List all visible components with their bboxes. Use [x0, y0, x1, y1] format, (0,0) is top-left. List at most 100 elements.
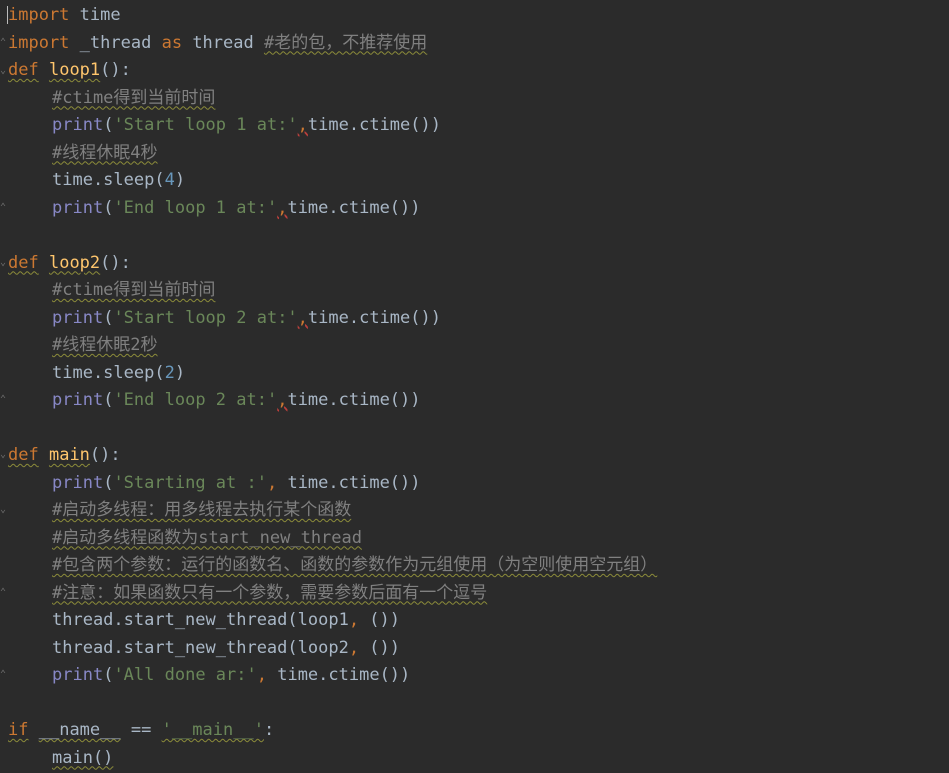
token-comment: #ctime得到当前时间 [52, 280, 216, 300]
token-comment: #线程休眠4秒 [52, 142, 158, 163]
token-call: main() [52, 747, 114, 768]
code-line-20[interactable]: #启动多线程函数为start_new_thread [8, 525, 362, 553]
token-function-name: loop2 [48, 252, 101, 273]
code-line-2[interactable]: import _thread as thread #老的包，不推荐使用 [8, 30, 427, 58]
token-comma: , [277, 390, 288, 410]
token-keyword: def [8, 60, 39, 80]
code-line-25[interactable]: print('All done ar:', time.ctime()) [8, 662, 410, 690]
code-line-23[interactable]: thread.start_new_thread(loop1, ()) [8, 607, 400, 635]
token-function-name: main [48, 445, 90, 465]
code-line-17[interactable]: def main(): [8, 442, 121, 470]
token-module: _thread [79, 32, 152, 53]
token-string: 'Start loop 1 at:' [113, 115, 298, 135]
code-line-15[interactable]: print('End loop 2 at:',time.ctime()) [8, 387, 421, 415]
token-call: time.ctime()) [287, 197, 421, 218]
token-punct: ()) [359, 610, 401, 630]
token-alias: thread [192, 32, 254, 53]
fold-marker-icon[interactable]: ⌄ [0, 449, 8, 461]
token-comment: #包含两个参数：运行的函数名、函数的参数作为元组使用（为空则使用空元组） [52, 555, 658, 575]
token-comma: , [297, 307, 308, 328]
token-string: 'Start loop 2 at:' [113, 307, 298, 328]
code-line-13[interactable]: #线程休眠2秒 [8, 332, 157, 360]
token-call: time.sleep( [52, 170, 165, 190]
token-punct: ( [103, 665, 114, 685]
fold-marker-icon[interactable]: ⌃ [0, 202, 8, 214]
token-punct: (): [100, 252, 131, 273]
code-line-28[interactable]: main() [8, 745, 113, 773]
token-comment: #启动多线程函数为start_new_thread [52, 527, 362, 548]
token-builtin: print [52, 472, 104, 493]
token-punct: ( [103, 390, 114, 410]
code-line-12[interactable]: print('Start loop 2 at:',time.ctime()) [8, 305, 441, 333]
token-call: thread.start_new_thread(loop1 [52, 610, 349, 630]
token-comma: , [297, 115, 308, 135]
token-builtin: print [52, 115, 104, 135]
token-string: 'All done ar:' [113, 665, 257, 685]
token-call: thread.start_new_thread(loop2 [52, 637, 349, 658]
code-line-7[interactable]: time.sleep(4) [8, 167, 185, 195]
token-comment: #启动多线程：用多线程去执行某个函数 [52, 500, 352, 520]
token-function-name: loop1 [48, 60, 101, 80]
token-punct: ()) [359, 637, 401, 658]
token-comma: , [277, 197, 288, 218]
token-builtin: print [52, 197, 104, 218]
code-line-1[interactable]: import time [7, 2, 121, 30]
code-line-5[interactable]: print('Start loop 1 at:',time.ctime()) [8, 112, 441, 140]
token-punct: ( [103, 115, 114, 135]
token-keyword: def [8, 252, 39, 273]
fold-marker-icon[interactable]: ⌄ [0, 504, 8, 516]
token-op: == [120, 720, 162, 740]
code-line-11[interactable]: #ctime得到当前时间 [8, 277, 215, 305]
code-line-21[interactable]: #包含两个参数：运行的函数名、函数的参数作为元组使用（为空则使用空元组） [8, 552, 657, 580]
token-punct: : [263, 720, 275, 740]
code-line-24[interactable]: thread.start_new_thread(loop2, ()) [8, 635, 400, 663]
token-builtin: print [52, 307, 104, 328]
fold-marker-icon[interactable]: ⌃ [0, 37, 8, 49]
code-line-18[interactable]: print('Starting at :', time.ctime()) [8, 470, 421, 498]
code-line-6[interactable]: #线程休眠4秒 [8, 140, 157, 168]
code-line-4[interactable]: #ctime得到当前时间 [8, 85, 215, 113]
token-call: time.ctime()) [266, 665, 411, 685]
token-call: time.ctime()) [277, 472, 421, 493]
token-keyword: if [8, 720, 29, 740]
fold-marker-icon[interactable]: ⌃ [0, 587, 8, 599]
fold-marker-icon[interactable]: ⌃ [0, 394, 8, 406]
token-comma: , [256, 665, 267, 685]
fold-marker-icon[interactable]: ⌄ [0, 65, 8, 77]
editor-gutter [0, 0, 8, 773]
token-string: 'End loop 2 at:' [113, 390, 278, 410]
fold-marker-icon[interactable]: ⌄ [0, 257, 8, 269]
token-call: time.ctime()) [307, 115, 441, 135]
code-line-3[interactable]: def loop1(): [8, 57, 131, 85]
fold-marker-icon[interactable]: ⌃ [0, 669, 8, 681]
code-line-10[interactable]: def loop2(): [8, 250, 131, 278]
token-builtin: print [52, 390, 104, 410]
token-string: '__main__' [161, 720, 264, 740]
code-line-8[interactable]: print('End loop 1 at:',time.ctime()) [8, 195, 421, 223]
token-builtin: print [52, 665, 104, 685]
token-call: time.ctime()) [287, 390, 421, 410]
token-punct: ) [174, 170, 186, 190]
token-punct: (): [89, 445, 121, 465]
token-keyword: import [8, 32, 70, 53]
token-punct: ( [103, 472, 114, 493]
token-keyword: def [8, 445, 39, 465]
token-punct: ( [103, 197, 114, 218]
token-comment: #老的包，不推荐使用 [263, 32, 428, 53]
token-comment: #ctime得到当前时间 [52, 87, 216, 108]
token-comma: , [348, 610, 360, 630]
token-module: time [79, 5, 121, 25]
token-punct: ( [103, 307, 114, 328]
token-call: time.ctime()) [307, 307, 441, 328]
token-dunder: __name__ [38, 720, 121, 740]
token-string: 'End loop 1 at:' [113, 197, 278, 218]
token-string: 'Starting at :' [113, 472, 267, 493]
code-line-27[interactable]: if __name__ == '__main__': [8, 717, 274, 745]
code-line-14[interactable]: time.sleep(2) [8, 360, 185, 388]
token-comment: #线程休眠2秒 [52, 335, 158, 355]
code-editor[interactable]: import time ⌃ import _thread as thread #… [0, 0, 949, 773]
token-punct: ) [174, 362, 186, 383]
code-line-22[interactable]: #注意：如果函数只有一个参数，需要参数后面有一个逗号 [8, 580, 487, 608]
code-line-19[interactable]: #启动多线程：用多线程去执行某个函数 [8, 497, 351, 525]
